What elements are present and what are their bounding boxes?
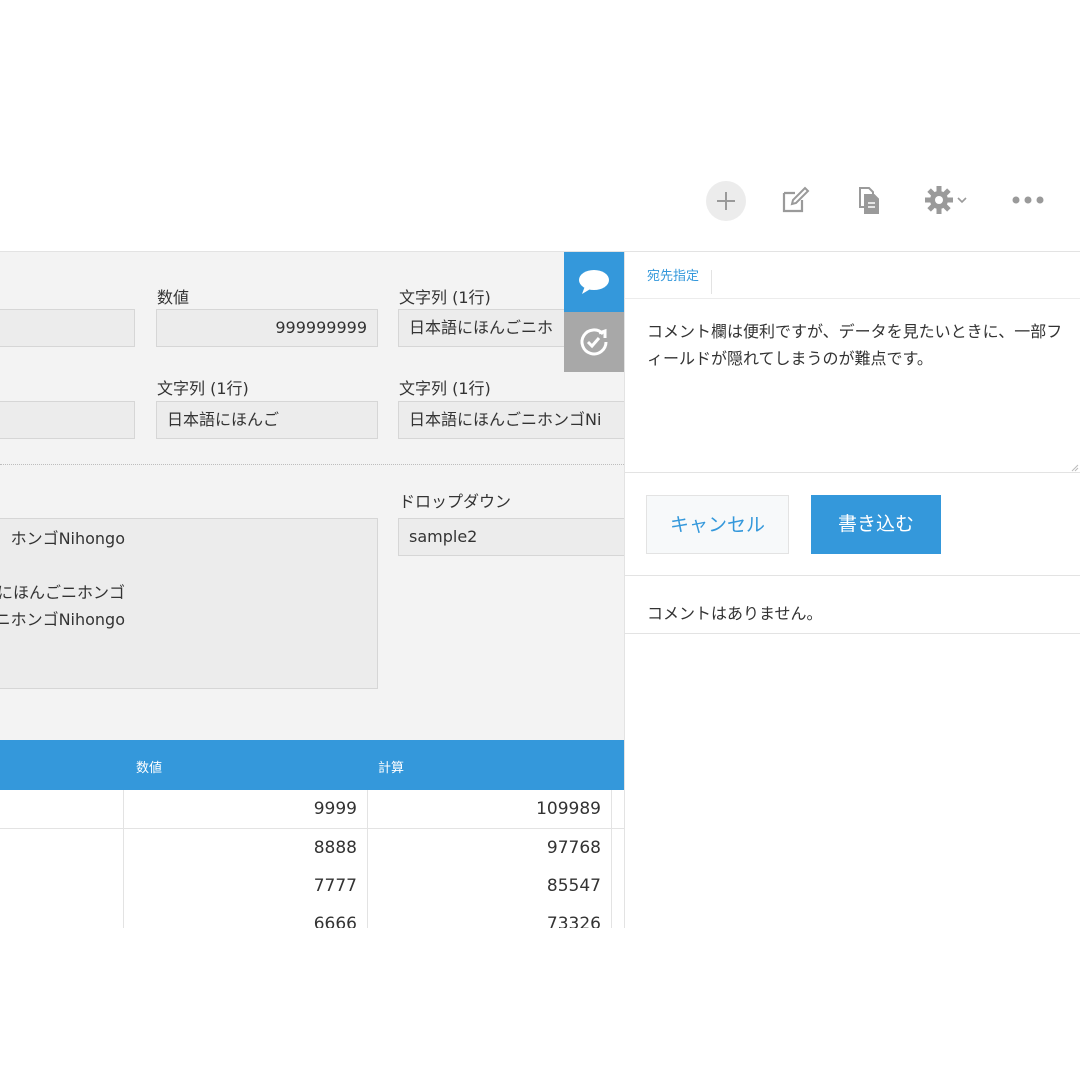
mention-toolbar: 宛先指定 [625,252,1080,299]
text-field-label-a: 文字列 (1行) [157,379,249,398]
text-field-value-b: 日本語にほんごニホンゴNi [398,401,624,439]
resize-handle-icon[interactable] [1071,464,1079,472]
comments-tab[interactable] [564,252,624,312]
table-header-number: 数値 [136,761,163,776]
more-icon [1012,196,1044,204]
table-row: 6666 73326 [0,905,624,928]
table-cell-number: 8888 [124,829,368,867]
comment-list-divider [625,575,1080,576]
partial-field-box-2 [0,401,135,439]
number-field-value: 999999999 [156,309,378,347]
dropdown-field-label: ドロップダウン [399,492,512,511]
multiline-line-4: ほんごニホンゴNihongo [0,610,125,629]
table-header: 数値 計算 [0,740,624,790]
gear-icon [925,186,953,214]
record-detail-area: 数値 999999999 文字列 (1行) 日本語にほんごニホ 文字列 (1行)… [0,251,624,928]
table-cell-number: 9999 [124,790,368,828]
table-cell-calc: 73326 [368,905,612,928]
multiline-line-2 [0,552,125,579]
duplicate-icon [859,187,879,214]
multiline-line-1: ホンゴNihongo [10,529,125,548]
dropdown-field-value: sample2 [398,518,624,556]
speech-bubble-icon [579,270,609,294]
table-row: 7777 85547 [0,867,624,906]
history-icon [580,328,608,356]
comment-panel: 宛先指定 コメント欄は便利ですが、データを見たいときに、一部フィールドが隠れてし… [624,251,1080,928]
edit-record-button[interactable] [775,180,815,220]
editor-divider [625,472,1080,473]
text-field-label: 文字列 (1行) [399,288,491,307]
settings-menu-button[interactable] [915,180,975,220]
mention-link[interactable]: 宛先指定 [647,270,713,294]
table-row: 9999 109989 [0,790,624,829]
duplicate-record-button[interactable] [848,180,888,220]
cancel-button[interactable]: キャンセル [646,495,789,554]
table-header-calc: 計算 [378,761,405,776]
comment-list-bottom-divider [625,633,1080,634]
history-tab[interactable] [564,312,624,372]
text-field-label-b: 文字列 (1行) [399,379,491,398]
chevron-down-icon [957,197,967,204]
section-divider [0,464,624,465]
table-row: 8888 97768 [0,829,624,868]
empty-comments-message: コメントはありません。 [647,604,823,623]
table-cell-calc: 109989 [368,790,612,828]
table-cell-number: 7777 [124,867,368,905]
plus-icon [717,192,735,210]
edit-icon [782,186,810,213]
multiline-line-3: ホンゴNihongo日本語にほんごニホンゴ [0,583,125,602]
number-field-label: 数値 [157,288,190,307]
more-actions-button[interactable] [1008,180,1048,220]
comment-input[interactable]: コメント欄は便利ですが、データを見たいときに、一部フィールドが隠れてしまうのが難… [647,318,1067,372]
table-cell-number: 6666 [124,905,368,928]
table-cell-calc: 97768 [368,829,612,867]
add-record-button[interactable] [706,181,746,221]
multiline-text-field: ホンゴNihongo ホンゴNihongo日本語にほんごニホンゴ ほんごニホンゴ… [0,518,378,689]
partial-field-box [0,309,135,347]
post-comment-button[interactable]: 書き込む [811,495,941,554]
text-field-value-a: 日本語にほんご [156,401,378,439]
table-cell-calc: 85547 [368,867,612,905]
